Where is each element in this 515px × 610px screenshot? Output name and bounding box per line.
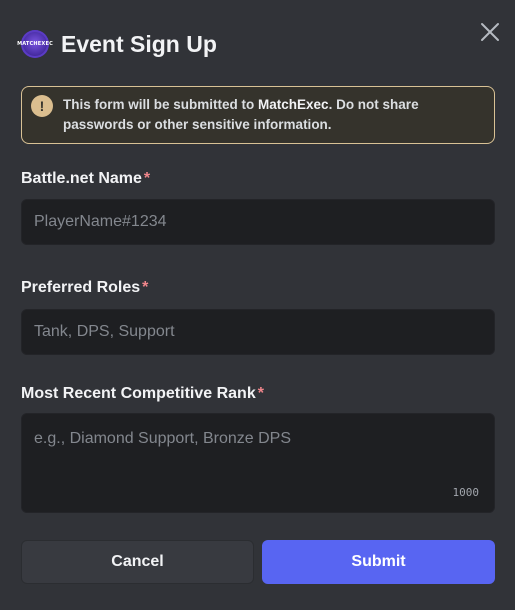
competitive-rank-textarea[interactable]: e.g., Diamond Support, Bronze DPS 1000 [21, 413, 495, 513]
competitive-rank-placeholder: e.g., Diamond Support, Bronze DPS [34, 430, 292, 447]
competitive-rank-label: Most Recent Competitive Rank * [21, 385, 264, 402]
required-asterisk: * [143, 170, 151, 187]
preferred-roles-placeholder: Tank, DPS, Support [34, 323, 175, 340]
warning-icon: ! [31, 95, 53, 117]
battlenet-name-label: Battle.net Name * [21, 170, 151, 187]
preferred-roles-label: Preferred Roles * [21, 279, 149, 296]
modal-title: Event Sign Up [61, 30, 217, 57]
close-icon [481, 23, 499, 41]
event-signup-modal: MATCHEXEC Event Sign Up ! This form will… [0, 0, 515, 610]
close-button[interactable] [478, 20, 502, 44]
preferred-roles-input[interactable]: Tank, DPS, Support [21, 309, 495, 355]
battlenet-name-placeholder: PlayerName#1234 [34, 213, 167, 230]
warning-notice: ! This form will be submitted to MatchEx… [21, 86, 495, 144]
required-asterisk: * [142, 279, 149, 296]
warning-text: This form will be submitted to MatchExec… [63, 97, 419, 132]
battlenet-name-input[interactable]: PlayerName#1234 [21, 199, 495, 245]
cancel-button[interactable]: Cancel [21, 540, 254, 584]
character-limit-counter: 1000 [452, 486, 480, 499]
submit-button[interactable]: Submit [262, 540, 495, 584]
required-asterisk: * [257, 385, 264, 402]
modal-header: MATCHEXEC Event Sign Up [17, 28, 217, 60]
app-logo-icon: MATCHEXEC [17, 30, 53, 58]
